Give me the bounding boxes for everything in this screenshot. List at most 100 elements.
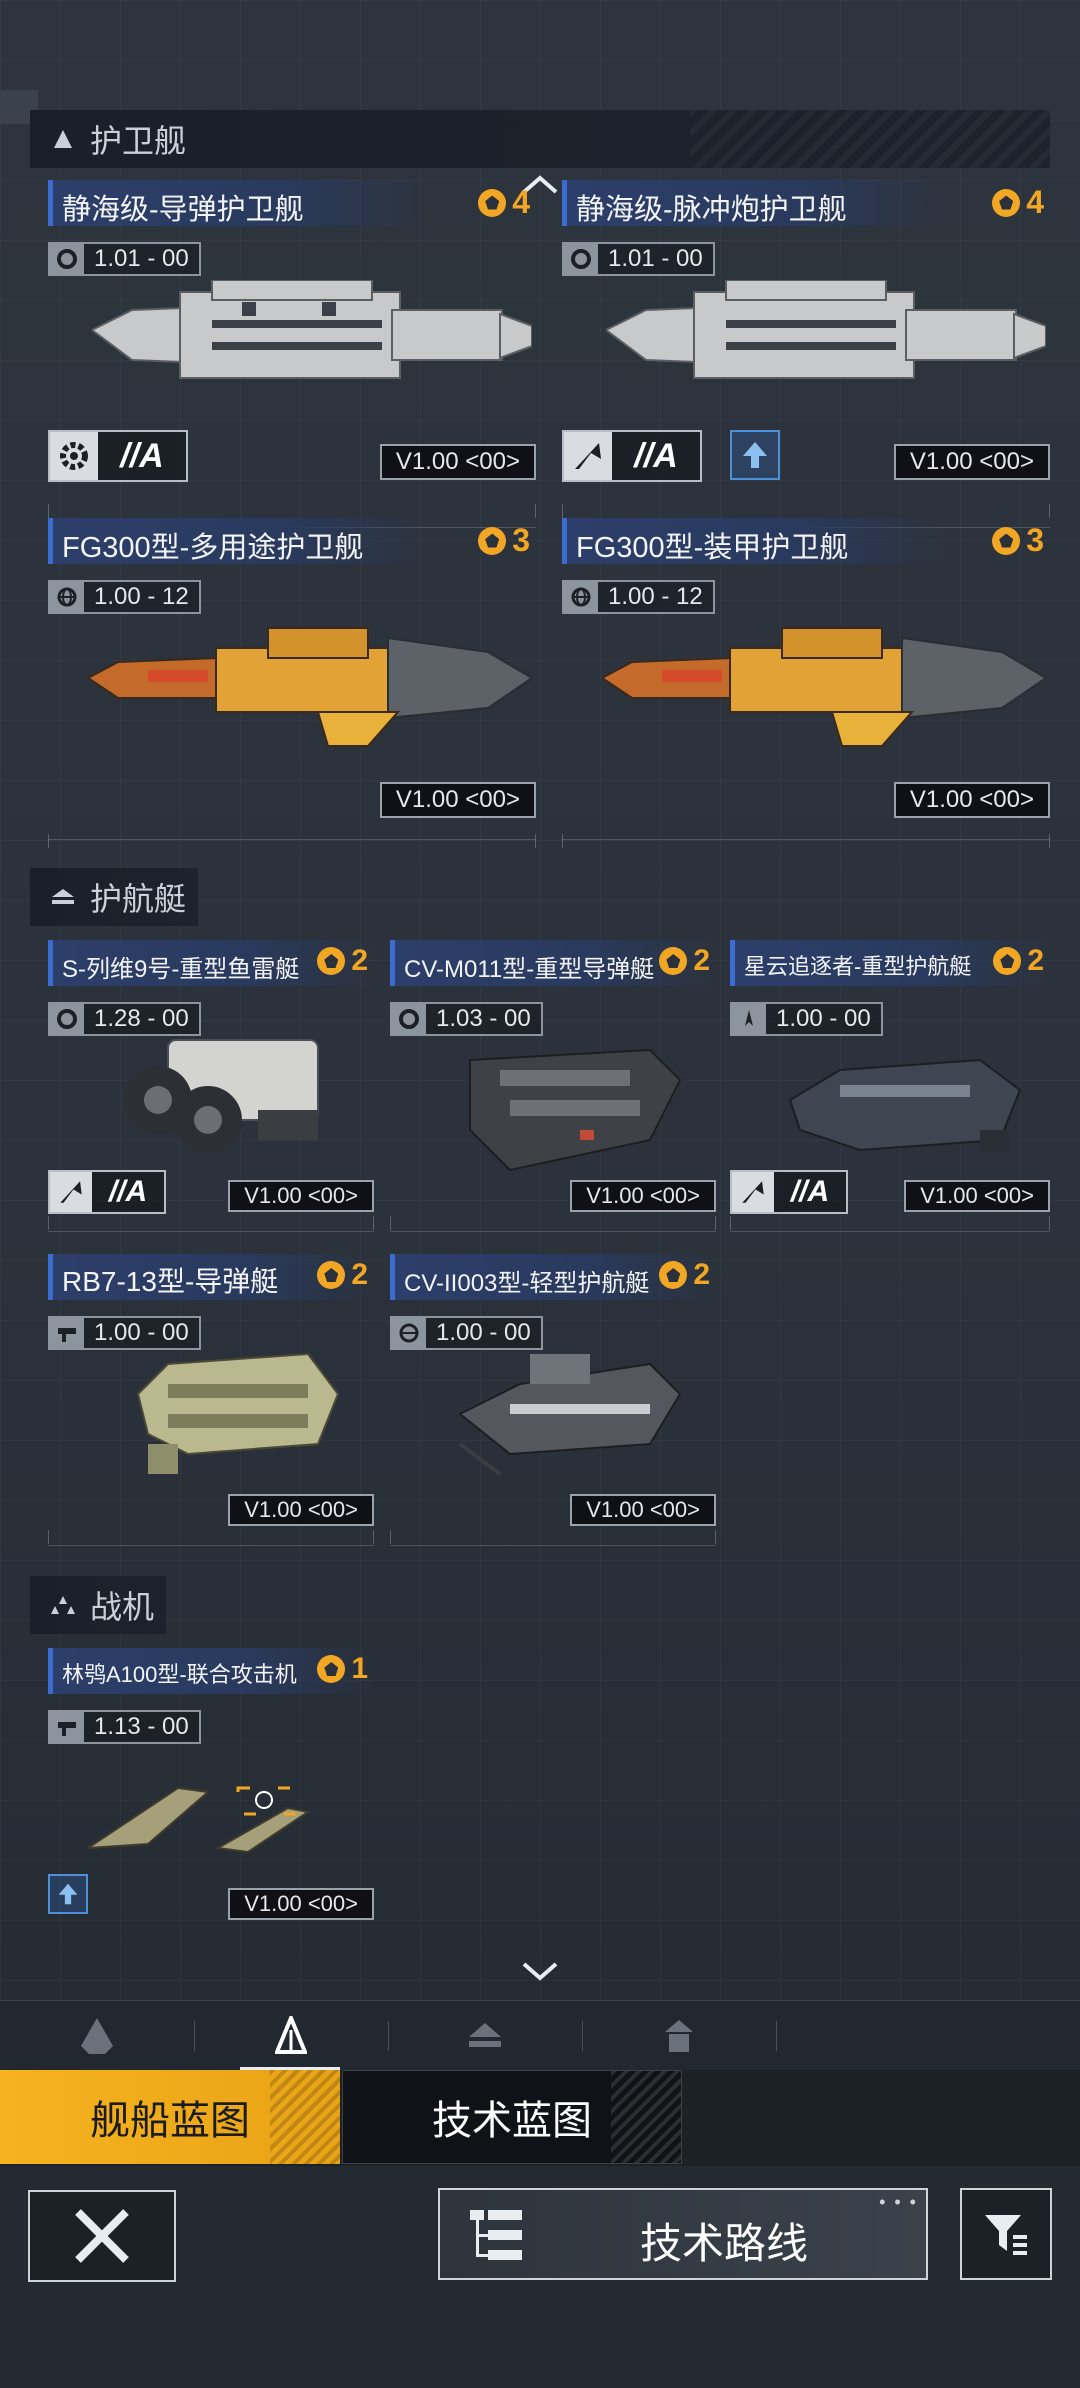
rank: 2 xyxy=(317,1258,368,1292)
ship-name: 林鸮A100型-联合攻击机 xyxy=(62,1662,297,1687)
gear-icon xyxy=(50,244,84,274)
upgrade-arrow-icon xyxy=(730,430,780,480)
ship-card[interactable]: 静海级-脉冲炮护卫舰 4 1.01 - 00 //A V1.00 <00> xyxy=(562,180,1050,528)
ship-card[interactable]: RB7-13型-导弹艇 2 1.00 - 00 V1.00 <00> xyxy=(48,1254,374,1546)
ship-image xyxy=(108,1020,348,1170)
triangle-icon xyxy=(48,124,78,154)
close-button[interactable] xyxy=(28,2190,176,2282)
tab-ship-blueprint[interactable]: 舰船蓝图 xyxy=(0,2070,340,2164)
section-header-frigate: 护卫舰 xyxy=(30,110,1050,168)
version-tag: 1.01 - 00 xyxy=(48,242,201,276)
version-box: V1.00 <00> xyxy=(228,1180,374,1212)
tree-list-icon xyxy=(470,2210,522,2260)
section-title: 护航艇 xyxy=(90,881,187,917)
ship-card[interactable]: 星云追逐者-重型护航艇 2 1.00 - 00 //A V1.00 <00> xyxy=(730,940,1050,1232)
ship-name: FG300型-多用途护卫舰 xyxy=(62,532,364,564)
version-box: V1.00 <00> xyxy=(904,1180,1050,1212)
ship-image xyxy=(450,1334,690,1484)
tab-stripes xyxy=(611,2071,681,2163)
attack-arrow-icon xyxy=(732,1172,774,1212)
ship-image xyxy=(604,279,1047,390)
ship-image xyxy=(84,1748,368,1858)
rank-icon xyxy=(993,947,1022,975)
corner-dots: • • • xyxy=(879,2192,918,2212)
ship-name: CV-M011型-重型导弹艇 xyxy=(404,956,655,983)
ruler xyxy=(390,1216,716,1230)
version-box: V1.00 <00> xyxy=(570,1180,716,1212)
ship-image xyxy=(86,618,534,748)
version-tag: 1.00 - 12 xyxy=(48,580,201,614)
tech-route-button[interactable]: 技术路线 • • • xyxy=(438,2188,928,2280)
ship-card[interactable]: CV-II003型-轻型护航艇 2 1.00 - 00 V1.00 <00> xyxy=(390,1254,716,1546)
tab-tech-blueprint[interactable]: 技术蓝图 xyxy=(342,2070,682,2164)
ship-image xyxy=(600,618,1048,748)
section-title: 战机 xyxy=(90,1589,155,1625)
rank: 2 xyxy=(317,944,368,978)
rank-icon xyxy=(317,947,346,975)
ruler xyxy=(562,504,1050,518)
ship-card[interactable]: S-列维9号-重型鱼雷艇 2 1.28 - 00 //A V1.00 <00> xyxy=(48,940,374,1232)
rocket-icon xyxy=(732,1004,766,1034)
ship-name: S-列维9号-重型鱼雷艇 xyxy=(62,956,300,983)
ship-card[interactable]: FG300型-装甲护卫舰 3 1.00 - 12 V1.00 <00> xyxy=(562,518,1050,848)
ruler xyxy=(48,504,536,518)
trait-badge: //A xyxy=(562,430,702,482)
ship-image xyxy=(450,1020,690,1180)
tab-corvette[interactable] xyxy=(388,2001,582,2071)
ship-image xyxy=(128,1334,348,1484)
version-tag: 1.13 - 00 xyxy=(48,1710,201,1744)
trait-badge: //A xyxy=(48,430,188,482)
filter-button[interactable] xyxy=(960,2188,1052,2280)
tab-battleship[interactable] xyxy=(0,2001,194,2071)
rank: 2 xyxy=(659,944,710,978)
ship-card[interactable]: 林鸮A100型-联合攻击机 1 1.13 - 00 V1.00 <00> xyxy=(48,1648,374,1938)
version-tag: 1.01 - 00 xyxy=(562,242,715,276)
ruler xyxy=(48,834,536,848)
rank-icon xyxy=(478,188,507,217)
globe-icon xyxy=(50,582,84,612)
rank-icon xyxy=(659,947,688,975)
section-header-fighter: 战机 xyxy=(30,1576,166,1634)
tab-frigate[interactable] xyxy=(194,2001,388,2071)
ship-card[interactable]: CV-M011型-重型导弹艇 2 1.03 - 00 V1.00 <00> xyxy=(390,940,716,1232)
ship-card[interactable]: FG300型-多用途护卫舰 3 1.00 - 12 V1.00 <00> xyxy=(48,518,536,848)
version-tag: 1.00 - 12 xyxy=(562,580,715,614)
version-box: V1.00 <00> xyxy=(893,444,1050,480)
attack-arrow-icon xyxy=(50,1172,92,1212)
header-hatch xyxy=(690,110,1050,168)
trait-badge: //A xyxy=(48,1170,166,1214)
close-icon xyxy=(75,2209,129,2263)
rank-icon xyxy=(478,526,507,555)
filter-icon xyxy=(985,2215,1027,2255)
ship-name: FG300型-装甲护卫舰 xyxy=(576,532,849,564)
rank: 2 xyxy=(659,1258,710,1292)
blueprint-tabs: 舰船蓝图 技术蓝图 xyxy=(0,2070,1080,2166)
ship-name: RB7-13型-导弹艇 xyxy=(62,1266,279,1297)
ship-name: 静海级-脉冲炮护卫舰 xyxy=(576,194,847,226)
globe-icon xyxy=(392,1318,426,1348)
rank: 4 xyxy=(478,184,530,221)
version-box: V1.00 <00> xyxy=(893,782,1050,818)
ship-card[interactable]: 静海级-导弹护卫舰 4 1.01 - 00 //A V1.00 <00> xyxy=(48,180,536,528)
rank-icon xyxy=(317,1655,346,1683)
gear-icon xyxy=(50,1004,84,1034)
ruler xyxy=(48,1216,374,1230)
rank: 1 xyxy=(317,1652,368,1686)
ruler xyxy=(730,1216,1050,1230)
tab-stripes xyxy=(270,2070,340,2164)
gear-icon xyxy=(50,432,98,480)
version-box: V1.00 <00> xyxy=(570,1494,716,1526)
scroll-down-icon[interactable] xyxy=(520,1960,560,1984)
gear-icon xyxy=(564,244,598,274)
rank: 2 xyxy=(993,944,1044,978)
rank: 4 xyxy=(992,184,1044,221)
ruler xyxy=(48,1530,374,1544)
tab-support[interactable] xyxy=(582,2001,776,2071)
gun-icon xyxy=(50,1712,84,1742)
corvette-class-icon xyxy=(48,882,78,912)
blueprint-list[interactable]: 护卫舰 静海级-导弹护卫舰 4 1.01 - 00 //A V1.00 <00>… xyxy=(0,0,1080,2000)
ruler xyxy=(390,1530,716,1544)
gear-icon xyxy=(392,1004,426,1034)
gun-icon xyxy=(50,1318,84,1348)
trait-badge: //A xyxy=(730,1170,848,1214)
